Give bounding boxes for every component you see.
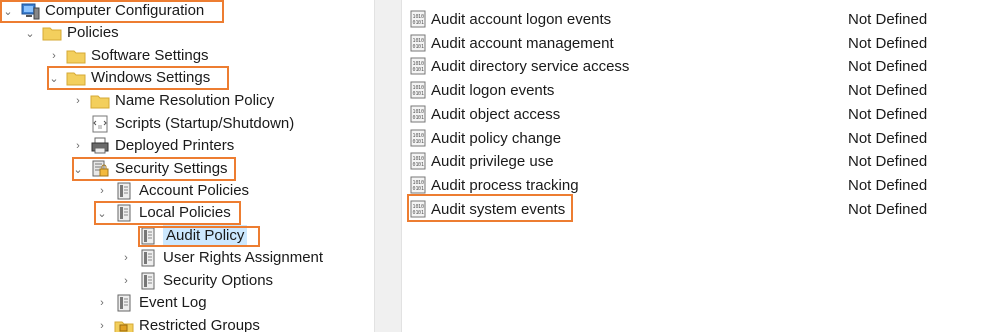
policy-icon bbox=[138, 227, 158, 245]
list-item[interactable]: Audit logon events Not Defined bbox=[402, 78, 1001, 102]
policy-name: Audit privilege use bbox=[431, 152, 554, 170]
chevron-right-icon[interactable]: › bbox=[48, 45, 60, 67]
tree-label: Audit Policy bbox=[163, 225, 248, 247]
pane-splitter[interactable] bbox=[374, 0, 402, 332]
list-item[interactable]: Audit privilege use Not Defined bbox=[402, 149, 1001, 173]
list-item[interactable]: Audit object access Not Defined bbox=[402, 102, 1001, 126]
audit-policy-icon bbox=[408, 152, 428, 170]
audit-policy-icon bbox=[408, 57, 428, 75]
policy-icon bbox=[138, 272, 158, 290]
tree-node-security-settings[interactable]: ⌄ Security Settings bbox=[72, 158, 228, 180]
script-icon bbox=[90, 115, 110, 133]
tree-node-user-rights-assignment[interactable]: › User Rights Assignment bbox=[120, 247, 323, 269]
policy-list: Audit account logon events Not Defined A… bbox=[402, 0, 1001, 332]
chevron-right-icon[interactable]: › bbox=[120, 247, 132, 269]
policy-name: Audit policy change bbox=[431, 129, 562, 147]
audit-policy-icon bbox=[408, 81, 428, 99]
folder-icon bbox=[42, 24, 62, 42]
tree-label: Account Policies bbox=[139, 182, 250, 199]
tree-node-software-settings[interactable]: › Software Settings bbox=[48, 45, 209, 67]
policy-name: Audit account logon events bbox=[431, 10, 612, 28]
audit-policy-icon bbox=[408, 10, 428, 28]
list-item[interactable]: Audit policy change Not Defined bbox=[402, 126, 1001, 150]
policy-setting: Not Defined bbox=[848, 34, 928, 52]
tree-node-event-log[interactable]: › Event Log bbox=[96, 292, 207, 314]
policy-name: Audit logon events bbox=[431, 81, 555, 99]
tree-label: User Rights Assignment bbox=[163, 249, 324, 266]
chevron-right-icon[interactable]: › bbox=[72, 90, 84, 112]
computer-icon bbox=[20, 2, 40, 20]
tree-node-scripts[interactable]: Scripts (Startup/Shutdown) bbox=[90, 113, 294, 135]
tree-node-local-policies[interactable]: ⌄ Local Policies bbox=[96, 202, 231, 224]
tree-node-account-policies[interactable]: › Account Policies bbox=[96, 180, 249, 202]
chevron-down-icon[interactable]: ⌄ bbox=[48, 67, 60, 89]
policy-setting: Not Defined bbox=[848, 176, 928, 194]
policy-icon bbox=[114, 182, 134, 200]
tree-label: Computer Configuration bbox=[45, 2, 205, 19]
policy-setting: Not Defined bbox=[848, 57, 928, 75]
tree-node-security-options[interactable]: › Security Options bbox=[120, 270, 273, 292]
policy-name: Audit directory service access bbox=[431, 57, 630, 75]
policy-setting: Not Defined bbox=[848, 152, 928, 170]
tree-node-restricted-groups[interactable]: › Restricted Groups bbox=[96, 315, 260, 332]
audit-policy-icon bbox=[408, 105, 428, 123]
tree-label: Local Policies bbox=[139, 204, 231, 221]
policy-name: Audit object access bbox=[431, 105, 561, 123]
audit-policy-icon bbox=[408, 176, 428, 194]
chevron-right-icon[interactable]: › bbox=[72, 135, 84, 157]
policy-setting: Not Defined bbox=[848, 129, 928, 147]
tree-label: Policies bbox=[67, 24, 119, 41]
printer-icon bbox=[90, 137, 110, 155]
tree-node-audit-policy[interactable]: Audit Policy bbox=[138, 225, 248, 247]
tree-label: Name Resolution Policy bbox=[115, 92, 275, 109]
policy-icon bbox=[138, 249, 158, 267]
console-tree: ⌄ Computer Configuration ⌄ Policies › So… bbox=[0, 0, 374, 332]
list-item[interactable]: Audit directory service access Not Defin… bbox=[402, 54, 1001, 78]
tree-label: Security Options bbox=[163, 272, 274, 289]
tree-node-computer-configuration[interactable]: ⌄ Computer Configuration bbox=[2, 0, 204, 22]
tree-label: Software Settings bbox=[91, 47, 209, 64]
security-settings-icon bbox=[90, 160, 110, 178]
folder-icon bbox=[90, 92, 110, 110]
audit-policy-icon bbox=[408, 200, 428, 218]
tree-node-windows-settings[interactable]: ⌄ Windows Settings bbox=[48, 67, 210, 89]
policy-icon bbox=[114, 294, 134, 312]
chevron-right-icon[interactable]: › bbox=[96, 180, 108, 202]
chevron-right-icon[interactable]: › bbox=[96, 315, 108, 332]
policy-icon bbox=[114, 204, 134, 222]
tree-label: Event Log bbox=[139, 294, 207, 311]
tree-label: Scripts (Startup/Shutdown) bbox=[115, 115, 295, 132]
chevron-down-icon[interactable]: ⌄ bbox=[72, 158, 84, 180]
tree-label: Deployed Printers bbox=[115, 137, 235, 154]
lock-folder-icon bbox=[114, 317, 134, 332]
policy-name: Audit process tracking bbox=[431, 176, 579, 194]
policy-setting: Not Defined bbox=[848, 10, 928, 28]
tree-label: Security Settings bbox=[115, 160, 228, 177]
policy-setting: Not Defined bbox=[848, 105, 928, 123]
tree-label: Windows Settings bbox=[91, 69, 211, 86]
list-item[interactable]: Audit account management Not Defined bbox=[402, 31, 1001, 55]
policy-name: Audit account management bbox=[431, 34, 614, 52]
tree-node-name-resolution-policy[interactable]: › Name Resolution Policy bbox=[72, 90, 274, 112]
chevron-down-icon[interactable]: ⌄ bbox=[24, 22, 36, 44]
tree-node-deployed-printers[interactable]: › Deployed Printers bbox=[72, 135, 234, 157]
folder-icon bbox=[66, 47, 86, 65]
list-item[interactable]: Audit system events Not Defined bbox=[402, 197, 1001, 221]
policy-setting: Not Defined bbox=[848, 200, 928, 218]
list-item[interactable]: Audit process tracking Not Defined bbox=[402, 173, 1001, 197]
chevron-right-icon[interactable]: › bbox=[96, 292, 108, 314]
policy-name: Audit system events bbox=[431, 200, 566, 218]
list-item[interactable]: Audit account logon events Not Defined bbox=[402, 7, 1001, 31]
tree-node-policies[interactable]: ⌄ Policies bbox=[24, 22, 119, 44]
folder-icon bbox=[66, 69, 86, 87]
audit-policy-icon bbox=[408, 34, 428, 52]
chevron-right-icon[interactable]: › bbox=[120, 270, 132, 292]
chevron-down-icon[interactable]: ⌄ bbox=[2, 0, 14, 22]
tree-label: Restricted Groups bbox=[139, 317, 260, 332]
chevron-down-icon[interactable]: ⌄ bbox=[96, 202, 108, 224]
policy-setting: Not Defined bbox=[848, 81, 928, 99]
audit-policy-icon bbox=[408, 129, 428, 147]
